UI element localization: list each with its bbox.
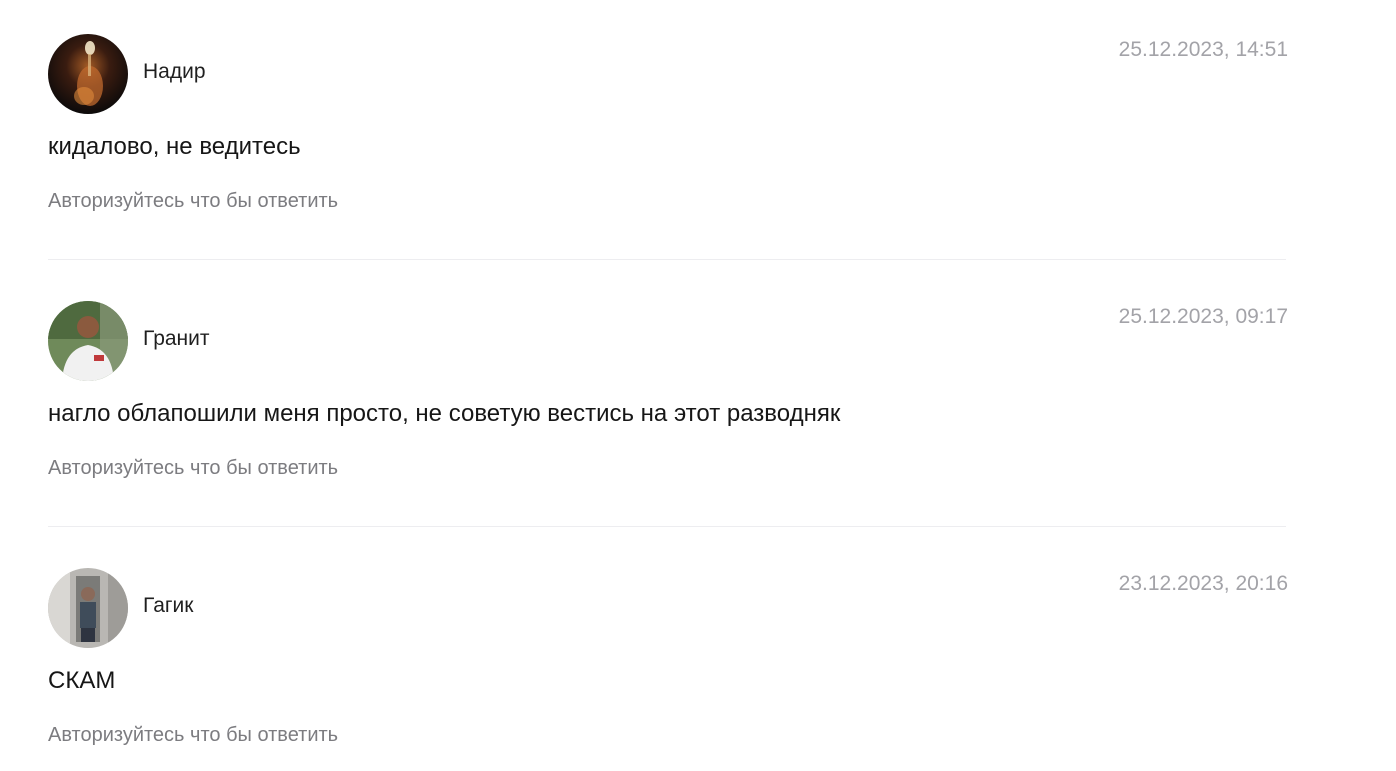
comment-author: Гранит	[143, 327, 210, 350]
comment-item: Гагик 23.12.2023, 20:16 СКАМ Авторизуйте…	[48, 534, 1288, 771]
comments-list: Надир 25.12.2023, 14:51 кидалово, не вед…	[0, 0, 1396, 771]
reply-link[interactable]: Авторизуйтесь что бы ответить	[48, 724, 338, 747]
comment-item: Надир 25.12.2023, 14:51 кидалово, не вед…	[48, 0, 1288, 267]
user-avatar-icon[interactable]	[48, 568, 128, 648]
user-avatar-icon[interactable]	[48, 34, 128, 114]
comment-item: Гранит 25.12.2023, 09:17 нагло облапошил…	[48, 267, 1288, 534]
comment-author: Надир	[143, 60, 206, 83]
reply-link[interactable]: Авторизуйтесь что бы ответить	[48, 457, 338, 480]
comment-divider	[48, 259, 1286, 260]
comment-text: СКАМ	[48, 667, 116, 694]
comment-text: кидалово, не ведитесь	[48, 133, 301, 160]
user-photo-icon	[48, 34, 128, 114]
user-photo-icon	[48, 301, 128, 381]
comment-text: нагло облапошили меня просто, не советую…	[48, 400, 841, 427]
comment-date: 23.12.2023, 20:16	[1118, 572, 1288, 595]
user-photo-icon	[48, 568, 128, 648]
user-avatar-icon[interactable]	[48, 301, 128, 381]
comment-date: 25.12.2023, 09:17	[1118, 305, 1288, 328]
comment-divider	[48, 526, 1286, 527]
comment-author: Гагик	[143, 594, 194, 617]
reply-link[interactable]: Авторизуйтесь что бы ответить	[48, 190, 338, 213]
comment-date: 25.12.2023, 14:51	[1118, 38, 1288, 61]
